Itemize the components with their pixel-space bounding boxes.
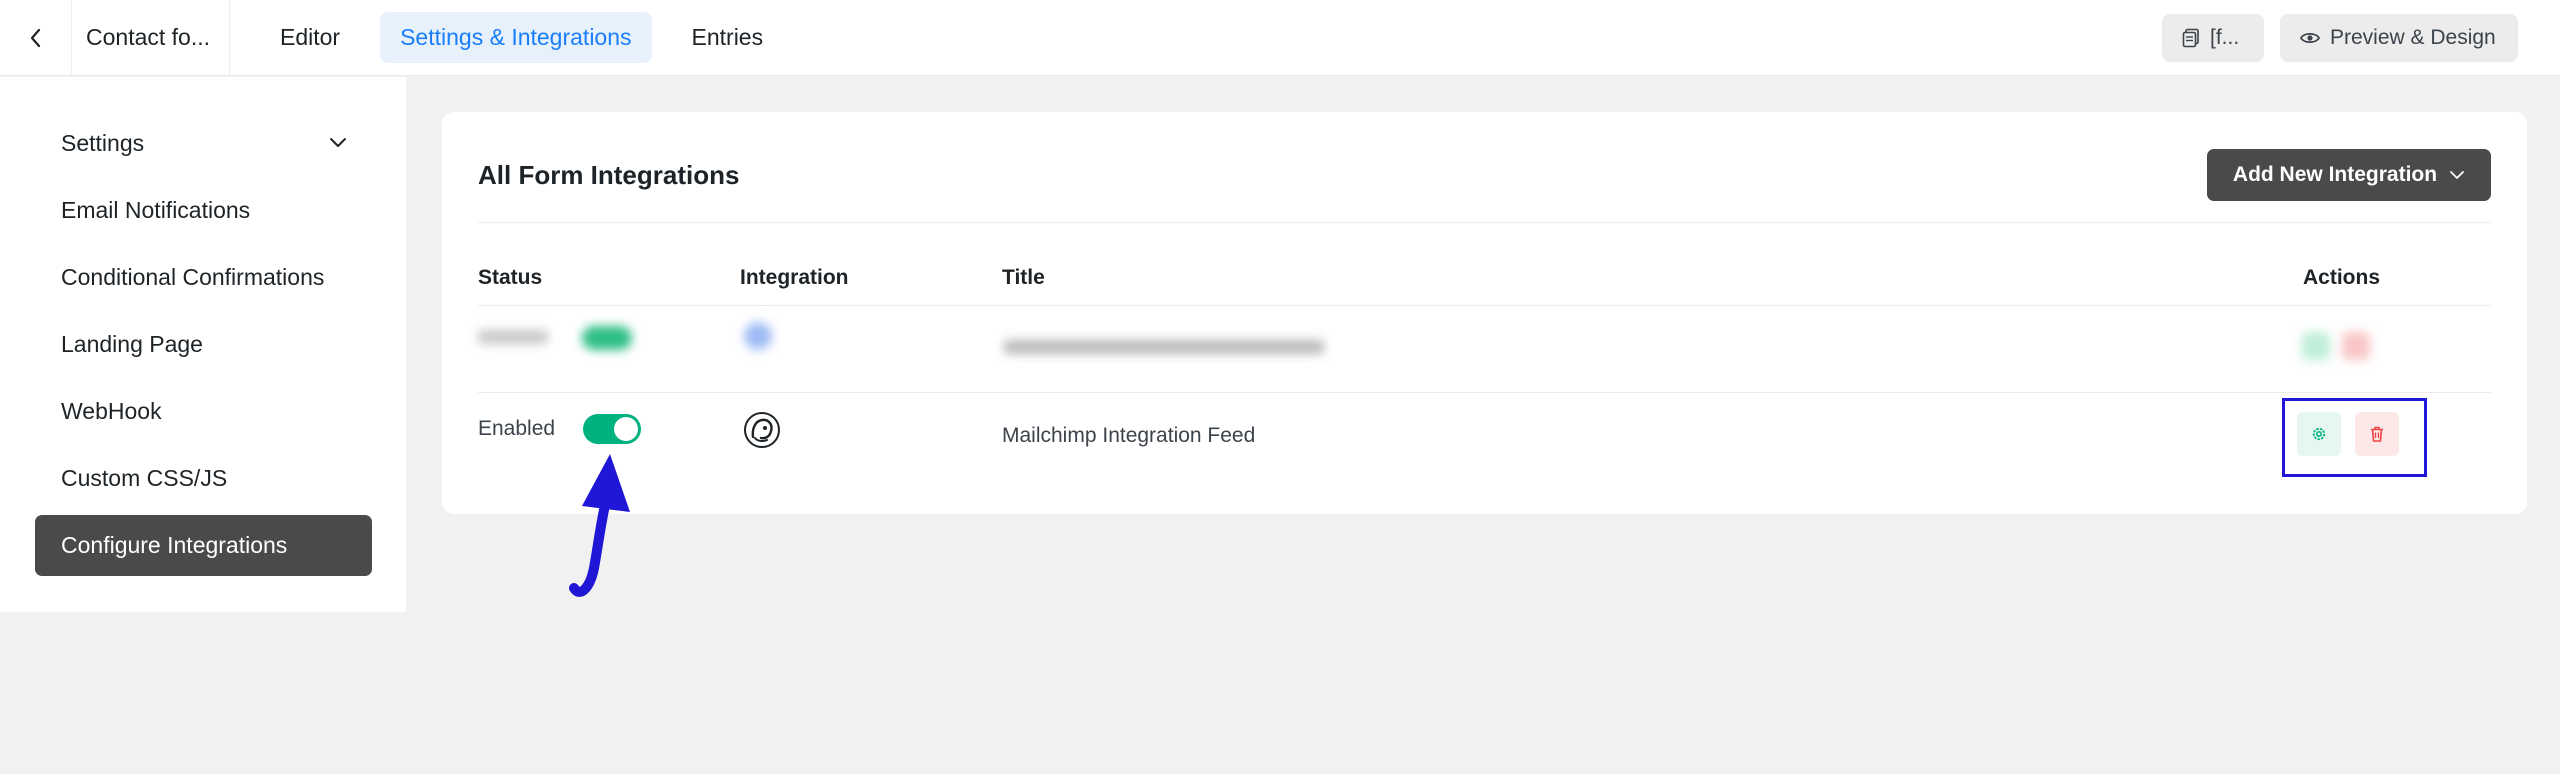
integrations-card: All Form Integrations Add New Integratio… <box>442 112 2527 514</box>
chevron-down-icon <box>330 138 346 147</box>
annotation-arrow-icon <box>569 454 630 597</box>
sidebar-item-label: Custom CSS/JS <box>61 465 228 491</box>
chevron-left-icon <box>30 28 40 47</box>
add-integration-label: Add New Integration <box>2232 163 2438 186</box>
toggle-knob <box>614 417 638 441</box>
sidebar-item-label: Configure Integrations <box>61 532 288 558</box>
gear-icon <box>2312 427 2326 441</box>
page-title: All Form Integrations <box>478 160 740 190</box>
sidebar-item-email-notifications[interactable]: Email Notifications <box>35 180 372 241</box>
column-header-status: Status <box>478 266 543 289</box>
sidebar-item-custom-css-js[interactable]: Custom CSS/JS <box>35 448 372 509</box>
edit-integration-button[interactable] <box>2297 412 2341 456</box>
divider <box>478 305 2491 306</box>
main-tabs: Editor Settings & Integrations Entries <box>260 12 783 63</box>
copy-icon <box>2182 28 2199 48</box>
shortcode-copy-button[interactable]: [f... <box>2162 14 2264 62</box>
divider <box>478 392 2491 393</box>
sidebar-item-label: Landing Page <box>61 331 203 357</box>
tab-editor[interactable]: Editor <box>260 12 360 63</box>
sidebar-item-label: Settings <box>61 130 145 156</box>
preview-design-button[interactable]: Preview & Design <box>2280 14 2518 62</box>
status-text: Enabled <box>478 417 556 440</box>
form-name: Contact fo... <box>72 0 230 76</box>
add-new-integration-button[interactable]: Add New Integration <box>2207 149 2491 201</box>
column-header-actions: Actions <box>2303 266 2381 289</box>
shortcode-label: [f... <box>2210 26 2240 49</box>
sidebar-item-configure-integrations[interactable]: Configure Integrations <box>35 515 372 576</box>
mailchimp-logo-icon <box>744 412 780 448</box>
sidebar-item-label: Conditional Confirmations <box>61 264 325 290</box>
sidebar-item-settings[interactable]: Settings <box>35 113 372 174</box>
tab-entries[interactable]: Entries <box>672 12 784 63</box>
preview-label: Preview & Design <box>2330 26 2496 49</box>
column-header-integration: Integration <box>740 266 849 289</box>
divider <box>478 222 2491 223</box>
integration-title: Mailchimp Integration Feed <box>1002 424 1256 447</box>
trash-icon <box>2371 426 2383 442</box>
sidebar-item-webhook[interactable]: WebHook <box>35 381 372 442</box>
eye-icon <box>2300 32 2320 44</box>
settings-sidebar: Settings Email Notifications Conditional… <box>0 77 406 612</box>
sidebar-item-label: Email Notifications <box>61 197 251 223</box>
column-header-title: Title <box>1002 266 1045 289</box>
chevron-down-icon <box>2450 171 2464 179</box>
sidebar-item-landing-page[interactable]: Landing Page <box>35 314 372 375</box>
top-bar: Contact fo... Editor Settings & Integrat… <box>0 0 2560 76</box>
tab-settings-integrations[interactable]: Settings & Integrations <box>380 12 652 63</box>
sidebar-item-label: WebHook <box>61 398 162 424</box>
delete-integration-button[interactable] <box>2355 412 2399 456</box>
back-button[interactable] <box>0 0 72 76</box>
status-toggle[interactable] <box>583 414 641 444</box>
sidebar-item-conditional-confirmations[interactable]: Conditional Confirmations <box>35 247 372 308</box>
